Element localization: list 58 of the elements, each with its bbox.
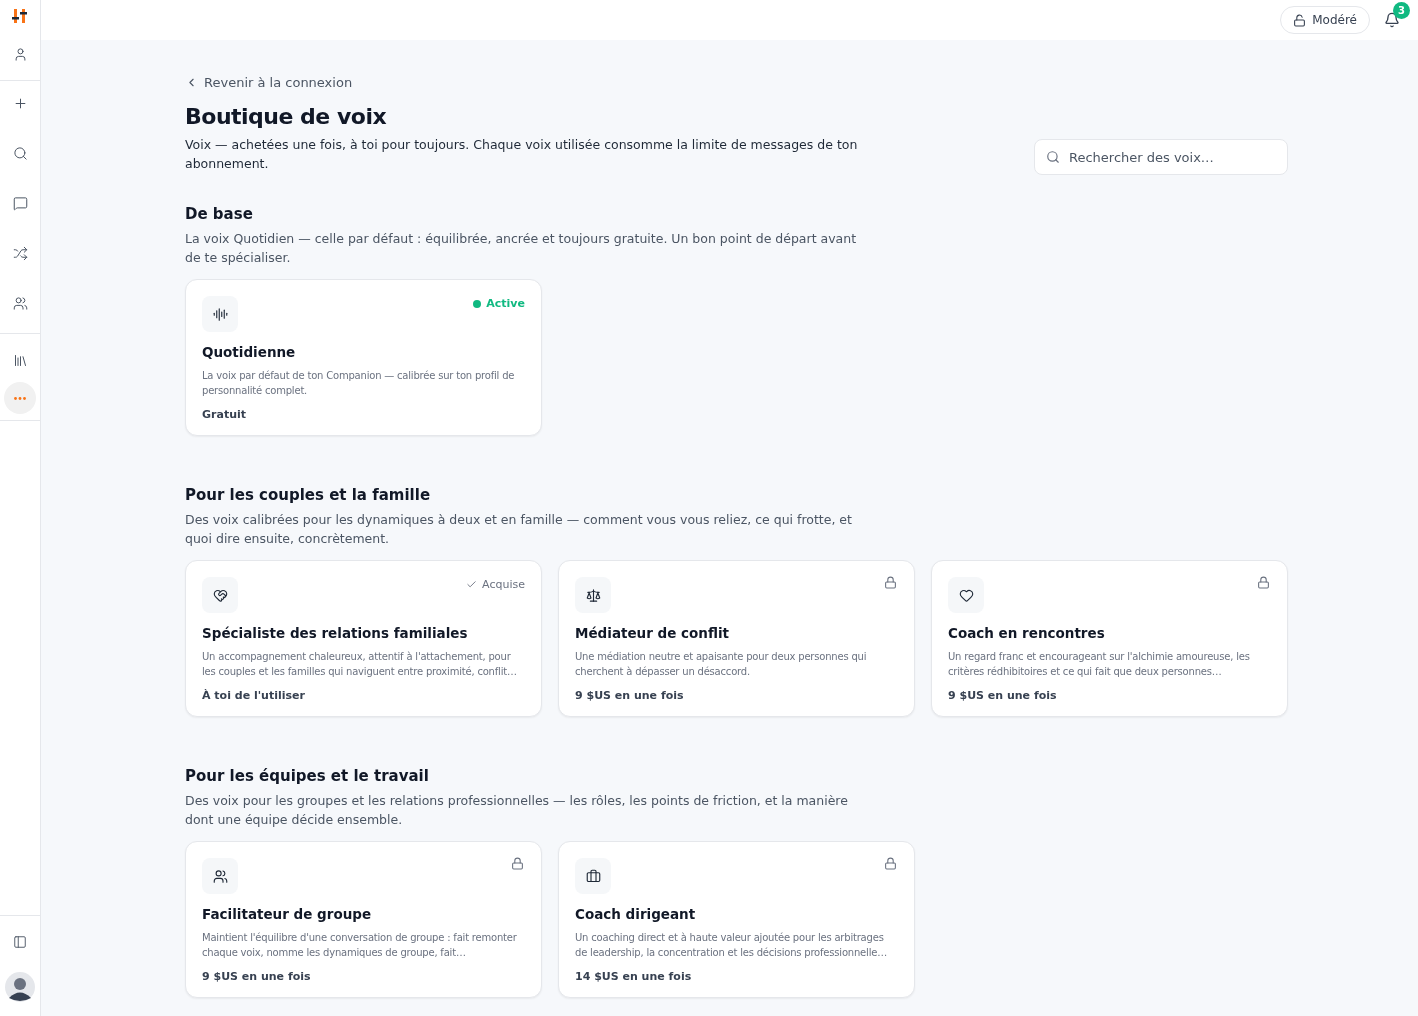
voice-name: Coach en rencontres <box>948 625 1106 641</box>
notification-badge: 3 <box>1393 2 1410 19</box>
voice-price: 9 $US en une fois <box>948 689 1058 702</box>
briefcase-icon <box>575 858 611 894</box>
avatar[interactable] <box>5 972 35 1002</box>
section-title: De base <box>185 205 254 223</box>
library-icon <box>12 352 28 368</box>
chat-icon <box>12 195 28 211</box>
acquired-status: Acquise <box>466 578 525 591</box>
voice-card[interactable]: Coach en rencontres Un regard franc et encourageant sur l'alchimie amoureuse, les critères rédhibitoires et ce qui fait que deux personnes… 9 $US en une fois <box>931 560 1288 717</box>
active-status: Active <box>473 297 525 310</box>
voice-description: Un regard franc et encourageant sur l'alchimie amoureuse, les critères rédhibitoires et ce qui fait que deux personnes… <box>948 650 1251 679</box>
voice-description: La voix par défaut de ton Companion — calibrée sur ton profil de personnalité complet. <box>202 369 516 398</box>
voice-description: Une médiation neutre et apaisante pour deux personnes qui cherchent à dépasser un désaccord. <box>575 650 868 679</box>
voice-name: Quotidienne <box>202 344 297 360</box>
section-description: Des voix calibrées pour les dynamiques à deux et en famille — comment vous vous reliez, ce qui frotte, et quoi dire ensuite, concrètement. <box>185 511 853 548</box>
voice-card[interactable]: Médiateur de conflit Une médiation neutre et apaisante pour deux personnes qui cherchent à dépasser un désaccord. 9 $US en une fois <box>558 560 915 717</box>
voice-description: Un coaching direct et à haute valeur ajoutée pour les arbitrages de leadership, la concentration et les décisions professionnelle… <box>575 931 888 960</box>
voice-card[interactable]: Facilitateur de groupe Maintient l'équilibre d'une conversation de groupe : fait remonter chaque voix, nomme les dynamiques de groupe, fait… 9 $US en une fois <box>185 841 542 998</box>
search-icon <box>1046 150 1060 164</box>
page-subtitle: Voix — achetées une fois, à toi pour toujours. Chaque voix utilisée consomme la limite de messages de ton abonnement. <box>185 136 859 173</box>
voice-card[interactable]: Coach dirigeant Un coaching direct et à haute valeur ajoutée pour les arbitrages de leadership, la concentration et les décisions professionnelle… 14 $US en une fois <box>558 841 915 998</box>
back-link[interactable]: Revenir à la connexion <box>185 75 353 90</box>
unlock-icon <box>1293 13 1307 27</box>
section-title: Pour les couples et la famille <box>185 486 432 504</box>
plus-icon <box>12 95 28 111</box>
check-icon <box>466 579 478 590</box>
user-icon <box>12 46 28 62</box>
search-field[interactable]: Rechercher des voix… <box>1034 139 1288 175</box>
moderation-mode-button[interactable]: Modéré <box>1280 6 1370 34</box>
search-icon <box>12 145 28 161</box>
section-description: La voix Quotidien — celle par défaut : équilibrée, ancrée et toujours gratuite. Un bon point de départ avant de te spécialiser. <box>185 230 858 267</box>
voice-name: Spécialiste des relations familiales <box>202 625 469 641</box>
voice-price: Gratuit <box>202 408 247 421</box>
voice-name: Facilitateur de groupe <box>202 906 373 922</box>
voice-price: À toi de l'utiliser <box>202 689 306 702</box>
sidebar-panel-icon <box>13 935 27 949</box>
voice-name: Coach dirigeant <box>575 906 697 922</box>
voice-card[interactable]: Acquise Spécialiste des relations familiales Un accompagnement chaleureux, attentif à l'attachement, pour les couples et les familles qui naviguent entre proximité, conflit… À toi de l'utiliser <box>185 560 542 717</box>
voice-description: Un accompagnement chaleureux, attentif à l'attachement, pour les couples et les familles qui naviguent entre proximité, conflit… <box>202 650 518 679</box>
voice-price: 9 $US en une fois <box>202 970 312 983</box>
voice-name: Médiateur de conflit <box>575 625 731 641</box>
logo-icon[interactable] <box>12 8 28 24</box>
shuffle-icon <box>12 245 28 261</box>
heart-handshake-icon <box>202 577 238 613</box>
section-description: Des voix pour les groupes et les relations professionnelles — les rôles, les points de friction, et la manière dont une équipe décide ensemble. <box>185 792 849 829</box>
waveform-icon <box>202 296 238 332</box>
voice-description: Maintient l'équilibre d'une conversation de groupe : fait remonter chaque voix, nomme les dynamiques de groupe, fait… <box>202 931 518 960</box>
page-title: Boutique de voix <box>185 104 388 129</box>
more-icon <box>14 396 26 400</box>
bell-icon[interactable] <box>1384 12 1400 28</box>
users-icon <box>12 295 28 311</box>
voice-price: 9 $US en une fois <box>575 689 685 702</box>
section-title: Pour les équipes et le travail <box>185 767 430 785</box>
voice-card[interactable]: Active Quotidienne La voix par défaut de ton Companion — calibrée sur ton profil de personnalité complet. Gratuit <box>185 279 542 436</box>
users-icon <box>202 858 238 894</box>
scale-icon <box>575 577 611 613</box>
voice-price: 14 $US en une fois <box>575 970 693 983</box>
